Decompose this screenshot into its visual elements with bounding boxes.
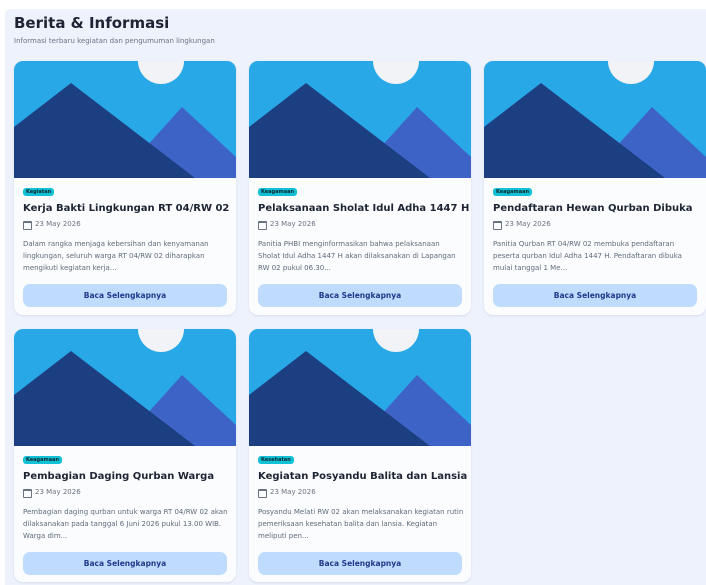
- news-title[interactable]: Pelaksanaan Sholat Idul Adha 1447 H: [258, 203, 469, 214]
- news-date: 23 May 2026: [270, 220, 316, 228]
- read-more-button[interactable]: Baca Selengkapnya: [23, 552, 227, 575]
- calendar-icon: [493, 221, 502, 230]
- calendar-icon: [258, 221, 267, 230]
- news-excerpt: Posyandu Melati RW 02 akan melaksanakan …: [258, 508, 464, 540]
- calendar-icon: [258, 489, 267, 498]
- page-title: Berita & Informasi: [14, 14, 170, 32]
- category-badge: Keagamaan: [258, 188, 298, 196]
- news-excerpt: Pembagian daging qurban untuk warga RT 0…: [23, 508, 228, 540]
- image-placeholder-icon: [14, 329, 236, 446]
- news-excerpt: Dalam rangka menjaga kebersihan dan keny…: [23, 240, 209, 272]
- news-date: 23 May 2026: [270, 488, 316, 496]
- category-badge: Kesehatan: [258, 456, 294, 464]
- news-date: 23 May 2026: [505, 220, 551, 228]
- news-card: Kegiatan Kerja Bakti Lingkungan RT 04/RW…: [14, 61, 236, 315]
- news-card: Keagamaan Pembagian Daging Qurban Warga …: [14, 329, 236, 582]
- image-placeholder-icon: [249, 61, 471, 178]
- news-title[interactable]: Pembagian Daging Qurban Warga: [23, 471, 231, 482]
- news-excerpt: Panitia PHBI menginformasikan bahwa pela…: [258, 240, 456, 272]
- read-more-button[interactable]: Baca Selengkapnya: [258, 284, 462, 307]
- news-title[interactable]: Kegiatan Posyandu Balita dan Lansia: [258, 471, 467, 482]
- category-badge: Keagamaan: [493, 188, 533, 196]
- news-excerpt: Panitia Qurban RT 04/RW 02 membuka penda…: [493, 240, 682, 272]
- image-placeholder-icon: [484, 61, 706, 178]
- read-more-button[interactable]: Baca Selengkapnya: [258, 552, 462, 575]
- news-date: 23 May 2026: [35, 220, 81, 228]
- image-placeholder-icon: [249, 329, 471, 446]
- news-title[interactable]: Pendaftaran Hewan Qurban Dibuka: [493, 203, 701, 214]
- news-card: Keagamaan Pelaksanaan Sholat Idul Adha 1…: [249, 61, 471, 315]
- news-card: Kesehatan Kegiatan Posyandu Balita dan L…: [249, 329, 471, 582]
- calendar-icon: [23, 489, 32, 498]
- category-badge: Kegiatan: [23, 188, 55, 196]
- image-placeholder-icon: [14, 61, 236, 178]
- news-title[interactable]: Kerja Bakti Lingkungan RT 04/RW 02: [23, 203, 231, 214]
- news-card: Keagamaan Pendaftaran Hewan Qurban Dibuk…: [484, 61, 706, 315]
- read-more-button[interactable]: Baca Selengkapnya: [493, 284, 697, 307]
- page-subtitle: Informasi terbaru kegiatan dan pengumuma…: [14, 37, 215, 45]
- read-more-button[interactable]: Baca Selengkapnya: [23, 284, 227, 307]
- category-badge: Keagamaan: [23, 456, 63, 464]
- news-date: 23 May 2026: [35, 488, 81, 496]
- calendar-icon: [23, 221, 32, 230]
